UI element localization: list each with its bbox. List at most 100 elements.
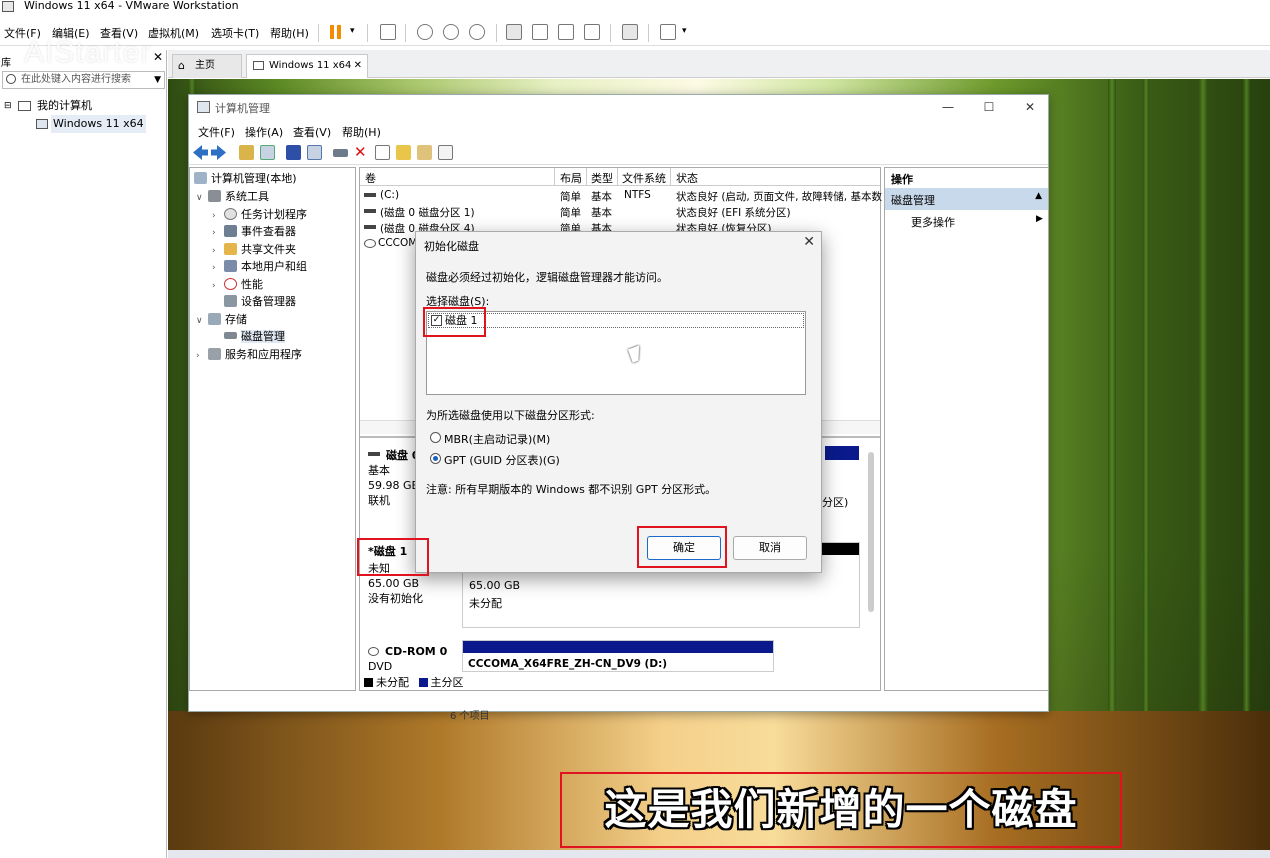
actions-more[interactable]: 更多操作 ▶: [911, 214, 1043, 230]
minimize-button[interactable]: —: [937, 98, 959, 116]
close-icon[interactable]: ✕: [153, 50, 163, 64]
disk-type: DVD: [368, 660, 393, 673]
back-arrow-icon[interactable]: [193, 145, 208, 160]
cdrom-label[interactable]: CD-ROM 0 DVD: [360, 644, 460, 674]
chevron-down-icon[interactable]: ∨: [196, 189, 208, 207]
collapse-icon[interactable]: ▲: [1035, 191, 1042, 201]
column-type[interactable]: 类型: [591, 170, 613, 186]
tree-item-system-tools[interactable]: ∨ 系统工具: [196, 188, 269, 206]
show-hide-tree-icon[interactable]: [260, 145, 275, 160]
chevron-right-icon[interactable]: ›: [212, 277, 224, 295]
tree-item-event-viewer[interactable]: › 事件查看器: [212, 223, 296, 241]
tree-item-label: 性能: [241, 278, 263, 291]
help-icon[interactable]: [286, 145, 301, 160]
menu-help[interactable]: 帮助(H): [270, 25, 309, 41]
menu-edit[interactable]: 编辑(E): [52, 25, 90, 41]
legend-swatch-primary: [418, 678, 428, 687]
tab-home[interactable]: ⌂ 主页: [172, 54, 242, 78]
volume-list-header: 卷 布局 类型 文件系统 状态: [360, 168, 880, 186]
performance-icon: [224, 278, 237, 290]
tree-item-performance[interactable]: › 性能: [212, 276, 263, 294]
tree-item-task-scheduler[interactable]: › 任务计划程序: [212, 206, 307, 224]
column-layout[interactable]: 布局: [560, 170, 582, 186]
chevron-right-icon[interactable]: ›: [196, 347, 208, 365]
storage-icon: [208, 313, 221, 325]
revert-snapshot-icon[interactable]: [443, 24, 459, 40]
maximize-button[interactable]: ☐: [978, 98, 1000, 116]
chevron-right-icon[interactable]: ›: [212, 224, 224, 242]
status-bar-text: 6 个项目: [450, 711, 490, 722]
chevron-down-icon[interactable]: ▾: [682, 26, 687, 36]
column-filesystem[interactable]: 文件系统: [622, 170, 666, 186]
disk-list-item[interactable]: ✓ 磁盘 1: [428, 313, 804, 328]
cm-menu-action[interactable]: 操作(A): [245, 124, 283, 140]
column-status[interactable]: 状态: [676, 170, 698, 186]
caption-text: 这是我们新增的一个磁盘: [604, 785, 1078, 834]
cm-menu-view[interactable]: 查看(V): [293, 124, 331, 140]
unity-icon[interactable]: [584, 24, 600, 40]
folder-icon[interactable]: [396, 145, 411, 160]
actions-disk-management[interactable]: 磁盘管理 ▲: [885, 188, 1048, 210]
close-icon[interactable]: ✕: [803, 234, 815, 250]
tree-item-local-users[interactable]: › 本地用户和组: [212, 258, 307, 276]
menu-file[interactable]: 文件(F): [4, 25, 41, 41]
menu-tabs[interactable]: 选项卡(T): [211, 25, 259, 41]
disk-checkbox[interactable]: ✓: [431, 315, 442, 326]
vm-tab-bar: ⌂ 主页 Windows 11 x64 ✕: [168, 50, 1270, 78]
volume-row[interactable]: (C:) 简单 基本 NTFS 状态良好 (启动, 页面文件, 故障转储, 基本…: [360, 188, 882, 204]
mbr-radio[interactable]: [430, 432, 441, 443]
send-ctrl-alt-del-icon[interactable]: [380, 24, 396, 40]
show-library-icon[interactable]: [506, 24, 522, 40]
gpt-label[interactable]: GPT (GUID 分区表)(G): [444, 452, 560, 468]
console-view-icon[interactable]: [622, 24, 638, 40]
users-icon: [224, 260, 237, 272]
chevron-down-icon[interactable]: ∨: [196, 312, 208, 330]
volume-type: 基本: [591, 191, 612, 203]
mbr-label[interactable]: MBR(主启动记录)(M): [444, 431, 550, 447]
chevron-down-icon[interactable]: ▼: [154, 72, 161, 88]
cm-menu-file[interactable]: 文件(F): [198, 124, 235, 140]
tree-item-shared-folders[interactable]: › 共享文件夹: [212, 241, 296, 259]
library-item-my-computer[interactable]: ⊟ 我的计算机: [0, 97, 167, 115]
collapse-icon[interactable]: ⊟: [4, 97, 12, 115]
snapshot-icon[interactable]: [417, 24, 433, 40]
delete-icon[interactable]: ✕: [354, 145, 369, 160]
cdrom-area[interactable]: CCCOMA_X64FRE_ZH-CN_DV9 (D:): [462, 640, 774, 672]
close-button[interactable]: ✕: [1019, 98, 1041, 116]
up-folder-icon[interactable]: [239, 145, 254, 160]
column-volume[interactable]: 卷: [365, 170, 376, 186]
cancel-button[interactable]: 取消: [733, 536, 807, 560]
list-view-icon[interactable]: [438, 145, 453, 160]
check-icon[interactable]: [375, 145, 390, 160]
volume-row[interactable]: (磁盘 0 磁盘分区 1) 简单 基本 状态良好 (EFI 系统分区): [360, 204, 880, 220]
ok-button[interactable]: 确定: [647, 536, 721, 560]
legend: 未分配 主分区: [364, 674, 464, 690]
close-icon[interactable]: ✕: [354, 55, 362, 77]
properties-icon[interactable]: [307, 145, 322, 160]
thumbnail-bar-icon[interactable]: [532, 24, 548, 40]
connect-icon[interactable]: [333, 149, 348, 157]
stretch-guest-icon[interactable]: [660, 24, 676, 40]
tab-vm[interactable]: Windows 11 x64 ✕: [246, 54, 368, 78]
search-folder-icon[interactable]: [417, 145, 432, 160]
chevron-right-icon[interactable]: ›: [212, 259, 224, 277]
full-screen-icon[interactable]: [558, 24, 574, 40]
tree-item-device-manager[interactable]: 设备管理器: [224, 293, 296, 311]
library-search-input[interactable]: 在此处键入内容进行搜索 ▼: [2, 71, 165, 89]
cm-menu-help[interactable]: 帮助(H): [342, 124, 381, 140]
chevron-down-icon[interactable]: ▾: [350, 26, 355, 36]
menu-view[interactable]: 查看(V): [100, 25, 138, 41]
forward-arrow-icon[interactable]: [211, 145, 226, 160]
gpt-radio[interactable]: [430, 453, 441, 464]
tree-item-root[interactable]: 计算机管理(本地): [194, 170, 297, 188]
shared-folder-icon: [224, 243, 237, 255]
vertical-scrollbar[interactable]: [868, 452, 874, 612]
tree-item-services[interactable]: › 服务和应用程序: [196, 346, 302, 364]
snapshot-manager-icon[interactable]: [469, 24, 485, 40]
tree-item-storage[interactable]: ∨ 存储: [196, 311, 247, 329]
pause-icon[interactable]: [330, 25, 344, 39]
menu-vm[interactable]: 虚拟机(M): [148, 25, 199, 41]
library-item-vm[interactable]: Windows 11 x64: [0, 115, 167, 133]
tree-item-disk-management[interactable]: 磁盘管理: [224, 328, 285, 346]
column-divider: [670, 168, 671, 186]
